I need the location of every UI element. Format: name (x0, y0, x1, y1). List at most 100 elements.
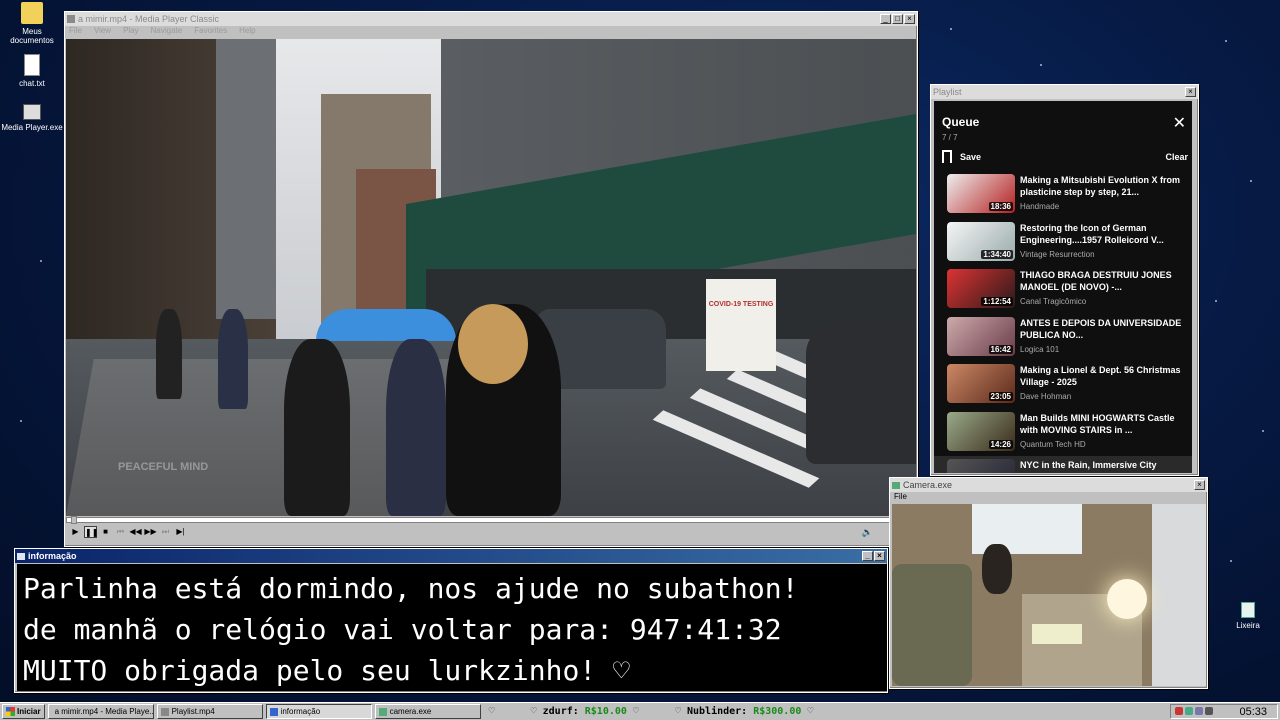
maximize-button[interactable]: □ (892, 14, 903, 24)
video-thumbnail (947, 459, 1015, 473)
video-thumbnail: 16:42 (947, 316, 1015, 356)
video-thumbnail: 1:34:40 (947, 221, 1015, 261)
covid-testing-booth: COVID-19 TESTING (706, 279, 776, 371)
close-button[interactable]: × (904, 14, 915, 24)
video-thumbnail: 1:12:54 (947, 269, 1015, 308)
video-title: ANTES E DEPOIS DA UNIVERSIDADE PUBLICA N… (1020, 317, 1182, 340)
queue-item[interactable]: 16:42 ANTES E DEPOIS DA UNIVERSIDADE PUB… (934, 314, 1192, 362)
queue-item[interactable]: 1:34:40 Restoring the Icon of German Eng… (934, 219, 1192, 267)
info-line: MUITO obrigada pelo seu lurkzinho! ♡ (23, 654, 630, 687)
queue-item[interactable]: 1:12:54 THIAGO BRAGA DESTRUIU JONES MANO… (934, 266, 1192, 314)
minimize-button[interactable]: _ (880, 14, 891, 24)
video-title: THIAGO BRAGA DESTRUIU JONES MANOEL (DE N… (1020, 270, 1172, 292)
volume-icon[interactable]: 🔈 (862, 527, 873, 538)
stop-icon[interactable]: ■ (99, 526, 112, 538)
camera-feed[interactable] (892, 504, 1206, 686)
queue-panel: Queue 7 / 7 ✕ Save Clear 18:36 Making a … (934, 101, 1192, 473)
volume-icon[interactable] (1205, 707, 1213, 715)
menu-favorites[interactable]: Favorites (194, 26, 227, 38)
video-title: NYC in the Rain, Immersive City Soundsca… (1020, 460, 1157, 473)
menu-file[interactable]: File (69, 26, 82, 38)
taskbar-item-label: Playlist.mp4 (171, 707, 215, 716)
bookmark-icon (942, 150, 952, 163)
donor-ticker: ♡ ♡ zdurf: R$10.00 ♡ ♡ Nublinder: R$300.… (489, 706, 814, 717)
seek-thumb[interactable] (71, 516, 77, 524)
rewind-icon[interactable]: ◀◀ (129, 526, 142, 538)
window-title: a mimir.mp4 - Media Player Classic (78, 14, 220, 24)
pause-icon[interactable]: ❚❚ (84, 526, 98, 538)
desktop-icon-documents[interactable]: Meus documentos (0, 2, 64, 45)
taskbar-item-playlist[interactable]: Playlist.mp4 (156, 704, 263, 719)
media-player-icon (23, 104, 41, 120)
antivirus-icon[interactable] (1175, 707, 1183, 715)
system-tray: 05:33 (1170, 704, 1278, 719)
queue-item[interactable]: 18:36 Making a Mitsubishi Evolution X fr… (934, 171, 1192, 219)
info-titlebar[interactable]: informação _ × (15, 549, 887, 563)
taskbar-item-info[interactable]: informação (265, 704, 372, 719)
desktop-icon-media-player[interactable]: Media Player.exe (0, 104, 64, 132)
video-thumbnail: 14:26 (947, 411, 1015, 451)
channel-name: Logica 101 (1020, 344, 1060, 354)
donor-amount: R$300.00 (753, 706, 802, 717)
start-label: Iniciar (17, 707, 41, 716)
media-player-window: a mimir.mp4 - Media Player Classic _ □ ×… (64, 11, 918, 547)
menu-file[interactable]: File (894, 492, 907, 504)
playback-controls: ▶ ❚❚ ■ ⏮ ◀◀ ▶▶ ⏭ ▶| (69, 526, 187, 538)
desktop-icon-label: Media Player.exe (1, 123, 63, 132)
queue-item[interactable]: 14:26 Man Builds MINI HOGWARTS Castle wi… (934, 409, 1192, 457)
save-button[interactable]: Save (942, 150, 981, 163)
desktop-icon-label: chat.txt (19, 79, 45, 88)
menu-play[interactable]: Play (123, 26, 139, 38)
folder-icon (21, 2, 43, 24)
settings-icon[interactable] (1195, 707, 1203, 715)
duration-badge: 18:36 (988, 202, 1013, 211)
taskbar-item-label: camera.exe (389, 707, 432, 716)
app-icon (269, 707, 278, 716)
menu-help[interactable]: Help (239, 26, 255, 38)
seek-bar[interactable] (66, 516, 916, 524)
frame-step-icon[interactable]: ▶| (174, 526, 187, 538)
donor-amount: R$10.00 (584, 706, 627, 717)
heart-icon: ♡ (488, 706, 495, 717)
taskbar-item-media-player[interactable]: a mimir.mp4 - Media Playe... (47, 704, 154, 719)
playlist-titlebar[interactable]: Playlist × (931, 85, 1198, 99)
close-button[interactable]: × (874, 551, 885, 561)
close-button[interactable]: × (1185, 87, 1196, 97)
video-title: Making a Lionel & Dept. 56 Christmas Vil… (1020, 365, 1181, 387)
menu-navigate[interactable]: Navigate (151, 26, 183, 38)
clock[interactable]: 05:33 (1239, 706, 1267, 718)
booth-sign: COVID-19 TESTING (708, 301, 774, 308)
heart-icon: ♡ (632, 706, 639, 717)
heart-icon: ♡ (530, 706, 537, 717)
taskbar-item-label: informação (280, 707, 321, 716)
start-button[interactable]: Iniciar (2, 704, 45, 719)
menu-view[interactable]: View (94, 26, 111, 38)
queue-item-current[interactable]: NYC in the Rain, Immersive City Soundsca… (934, 456, 1192, 473)
camera-titlebar[interactable]: Camera.exe × (890, 478, 1207, 492)
channel-name: Handmade (1020, 202, 1060, 211)
close-icon[interactable]: ✕ (1173, 113, 1186, 133)
taskbar-item-camera[interactable]: camera.exe (374, 704, 481, 719)
network-icon[interactable] (1185, 707, 1193, 715)
minimize-button[interactable]: _ (862, 551, 873, 561)
desktop-icon-chat[interactable]: chat.txt (0, 54, 64, 88)
queue-count: 7 / 7 (942, 133, 958, 142)
previous-icon[interactable]: ⏮ (114, 526, 127, 538)
channel-name: Dave Hohman (1020, 392, 1072, 401)
play-icon[interactable]: ▶ (69, 526, 82, 538)
taskbar: Iniciar a mimir.mp4 - Media Playe... Pla… (0, 702, 1280, 720)
media-player-titlebar[interactable]: a mimir.mp4 - Media Player Classic _ □ × (65, 12, 917, 26)
info-message: Parlinha está dormindo, nos ajude no sub… (17, 564, 887, 691)
heart-icon: ♡ (807, 706, 814, 717)
next-icon[interactable]: ⏭ (159, 526, 172, 538)
windows-logo-icon (6, 707, 15, 716)
forward-icon[interactable]: ▶▶ (144, 526, 157, 538)
desktop-icon-recycle-bin[interactable]: Lixeira (1216, 602, 1280, 630)
clear-button[interactable]: Clear (1165, 152, 1188, 162)
close-button[interactable]: × (1194, 480, 1205, 490)
donor-name: zdurf: (542, 706, 579, 717)
queue-item[interactable]: 23:05 Making a Lionel & Dept. 56 Christm… (934, 361, 1192, 409)
playlist-window: Playlist × Queue 7 / 7 ✕ Save Clear 18:3… (930, 84, 1199, 476)
video-frame[interactable]: COVID-19 TESTING PEACEFUL MIND (66, 39, 916, 516)
menu-bar: File View Play Navigate Favorites Help (65, 26, 917, 38)
